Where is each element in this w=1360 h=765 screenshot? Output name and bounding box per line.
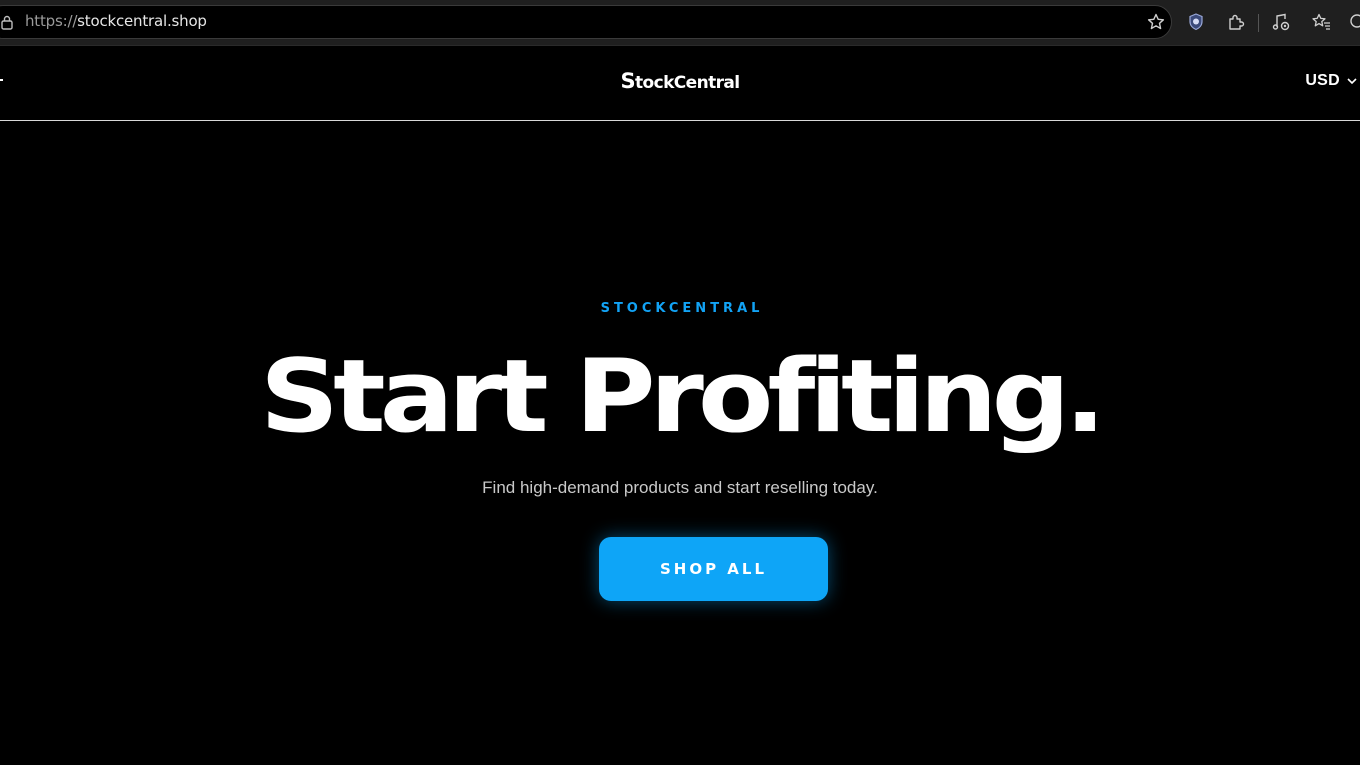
- copilot-icon[interactable]: [1348, 11, 1360, 33]
- chevron-down-icon: [1347, 78, 1357, 85]
- hero-subtext: Find high-demand products and start rese…: [482, 478, 878, 497]
- shop-all-button[interactable]: SHOP ALL: [599, 537, 828, 601]
- logo-initial: S: [620, 69, 635, 93]
- currency-selector[interactable]: USD: [1305, 72, 1360, 90]
- toolbar-separator: [1258, 14, 1259, 32]
- url-text[interactable]: https://stockcentral.shop: [25, 12, 207, 30]
- shield-icon[interactable]: [1185, 11, 1207, 33]
- lock-icon[interactable]: [0, 14, 16, 30]
- hero-headline: Start Profiting.: [259, 337, 1106, 455]
- extensions-icon[interactable]: [1225, 11, 1247, 33]
- favorites-icon[interactable]: [1310, 11, 1332, 33]
- currency-label: USD: [1305, 72, 1340, 89]
- browser-toolbar: https://stockcentral.shop: [0, 0, 1360, 46]
- url-scheme: https://: [25, 12, 78, 30]
- media-icon[interactable]: [1270, 11, 1292, 33]
- logo-text: tockCentral: [635, 73, 740, 93]
- hero-eyebrow: STOCKCENTRAL: [600, 301, 764, 316]
- site-logo[interactable]: StockCentral: [0, 69, 1360, 93]
- url-host: stockcentral.shop: [77, 12, 207, 30]
- star-icon[interactable]: [1146, 12, 1166, 32]
- hero-section: STOCKCENTRAL Start Profiting. Find high-…: [0, 121, 1360, 765]
- site-header: StockCentral USD: [0, 46, 1360, 121]
